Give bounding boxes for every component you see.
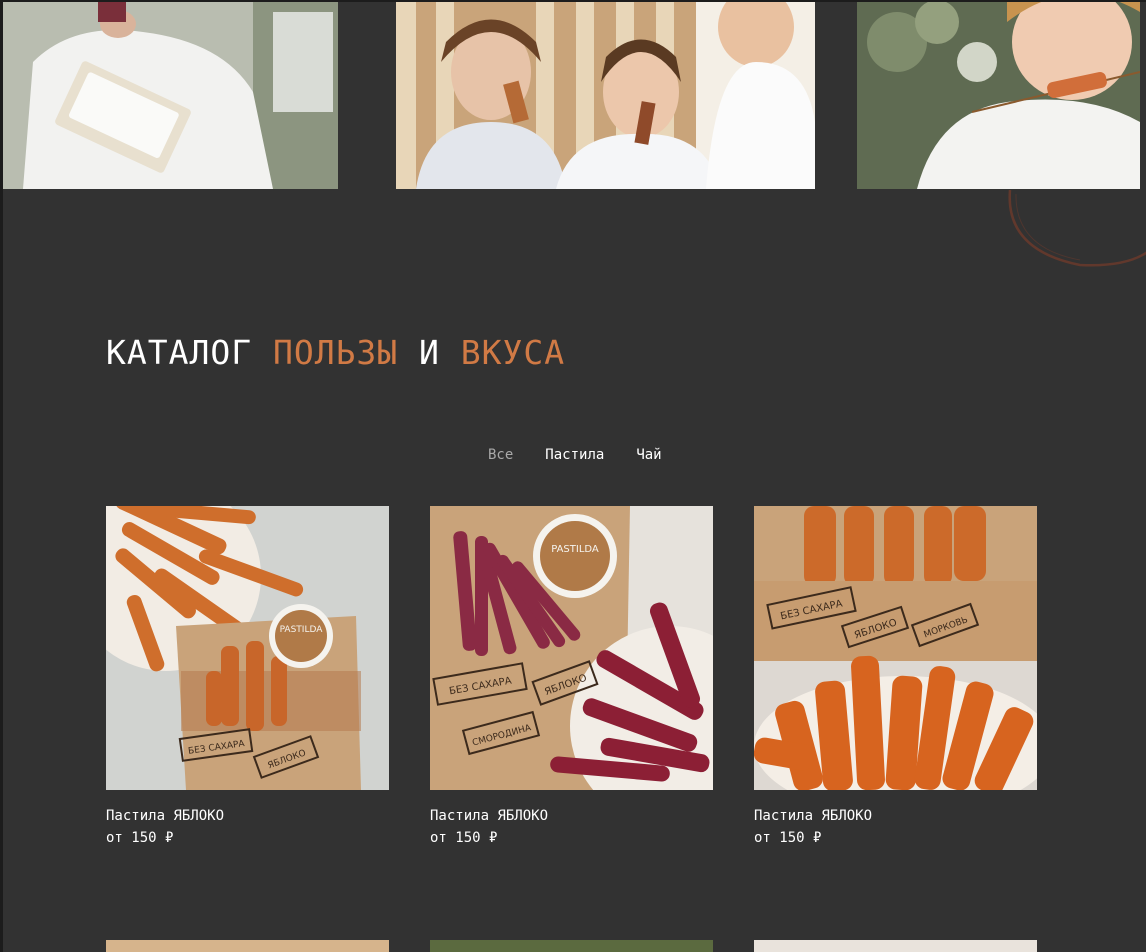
heading-word-2: ПОЛЬЗЫ: [272, 333, 399, 372]
product-card[interactable]: PASTILDA БЕЗ САХАРА ЯБЛОКО СМОРОДИНА Пас…: [430, 506, 713, 846]
gallery-photo-family: [396, 2, 815, 189]
product-name[interactable]: Пастила ЯБЛОКО: [106, 808, 389, 824]
filter-tab-all[interactable]: Все: [488, 447, 513, 463]
decorative-ring-stain: [1008, 189, 1146, 267]
gallery-photo-woman: [3, 2, 338, 189]
heading-word-4: ВКУСА: [460, 333, 566, 372]
catalog-heading: КАТАЛОГ ПОЛЬЗЫ И ВКУСА: [106, 333, 565, 372]
product-image-next-row[interactable]: [754, 940, 1037, 952]
product-image-next-row[interactable]: [430, 940, 713, 952]
product-price: от 150 ₽: [754, 830, 822, 846]
product-name[interactable]: Пастила ЯБЛОКО: [754, 808, 1037, 824]
filter-tab-pastila[interactable]: Пастила: [545, 447, 604, 463]
package-brand-label: PASTILDA: [551, 544, 599, 555]
catalog-filter-tabs: Все Пастила Чай: [488, 447, 662, 463]
package-brand-label: PASTILDA: [280, 625, 324, 635]
heading-word-3: И: [419, 333, 440, 372]
product-image[interactable]: PASTILDA БЕЗ САХАРА ЯБЛОКО СМОРОДИНА: [430, 506, 713, 790]
product-image[interactable]: PASTILDA БЕЗ САХАРА ЯБЛОКО: [106, 506, 389, 790]
product-card[interactable]: PASTILDA БЕЗ САХАРА ЯБЛОКО Пастила ЯБЛОК…: [106, 506, 389, 846]
filter-tab-tea[interactable]: Чай: [636, 447, 661, 463]
heading-word-1: КАТАЛОГ: [106, 333, 253, 372]
product-image-next-row[interactable]: [106, 940, 389, 952]
product-name[interactable]: Пастила ЯБЛОКО: [430, 808, 713, 824]
product-price: от 150 ₽: [106, 830, 174, 846]
product-price: от 150 ₽: [430, 830, 498, 846]
product-image[interactable]: БЕЗ САХАРА ЯБЛОКО МОРКОВЬ: [754, 506, 1037, 790]
product-card[interactable]: БЕЗ САХАРА ЯБЛОКО МОРКОВЬ Пастила ЯБЛОКО…: [754, 506, 1037, 846]
